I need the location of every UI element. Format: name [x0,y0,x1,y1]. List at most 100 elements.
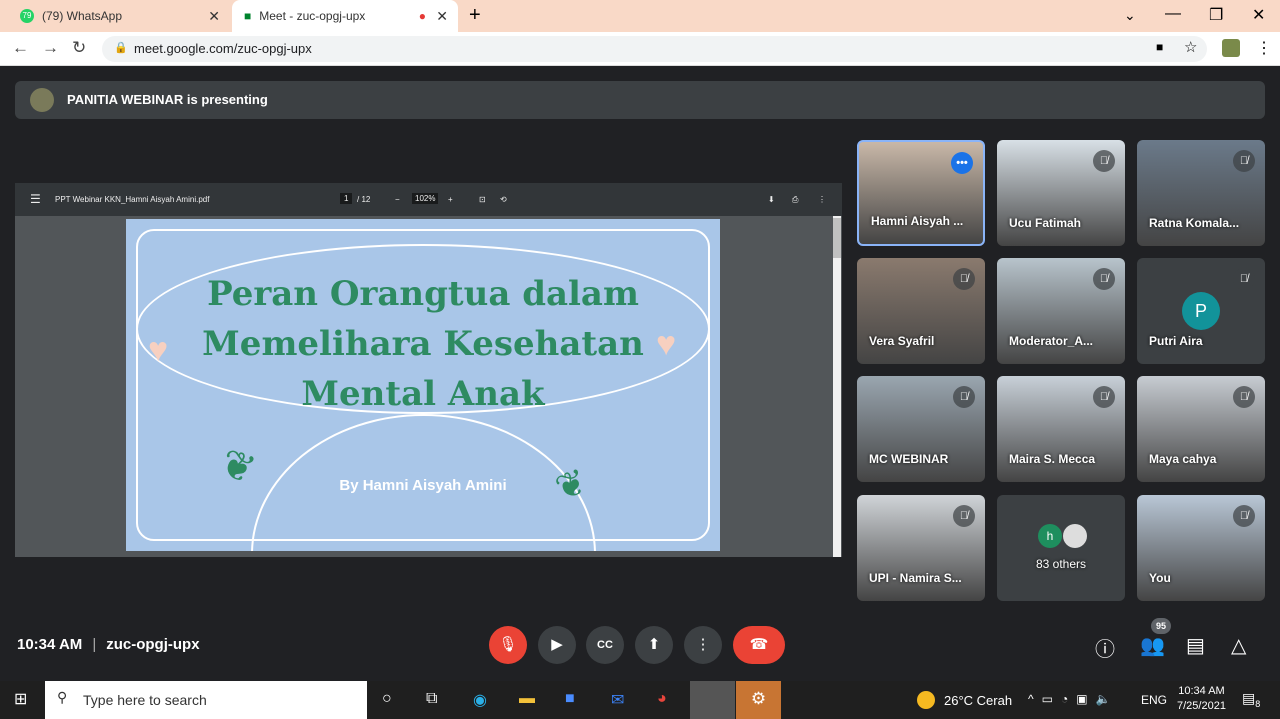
activities-icon[interactable]: △ [1231,633,1246,658]
forward-icon[interactable]: → [42,38,59,58]
shared-screen: ☰ PPT Webinar KKN_Hamni Aisyah Amini.pdf… [15,183,842,557]
fit-page-icon[interactable]: ⊡ [479,195,486,204]
url-input[interactable]: 🔒 meet.google.com/zuc-opgj-upx [102,36,1207,62]
search-placeholder: Type here to search [83,692,207,708]
taskbar-date: 7/25/2021 [1177,700,1226,712]
print-icon[interactable]: ⎙ [792,195,798,205]
camera-icon[interactable]: ■ [1156,40,1163,54]
participant-tile[interactable]: P Putri Aira 🎙̸ [1137,258,1265,364]
tab-meet[interactable]: ■ Meet - zuc-opgj-upx ● ✕ [232,0,458,32]
meet-icon: ■ [244,9,252,23]
title-line: Mental Anak [301,374,545,414]
back-icon[interactable]: ← [12,38,29,58]
avatar [1063,524,1087,548]
participant-tile[interactable]: h 83 others [997,495,1125,601]
menu-icon[interactable]: ⋮ [1256,38,1272,58]
tab-bar: 79 (79) WhatsApp ✕ ■ Meet - zuc-opgj-upx ● ✕ … [0,0,1280,32]
recording-icon: ● [418,9,426,23]
close-tab-icon[interactable]: ✕ [436,8,448,25]
info-icon[interactable]: ⓘ [1095,633,1115,662]
edge-icon[interactable]: ◉ [473,690,487,710]
close-window-icon[interactable]: ✕ [1252,5,1265,25]
tab-label: Meet - zuc-opgj-upx [259,9,366,23]
weather-sun-icon [917,691,935,709]
people-icon[interactable]: 👥 [1140,633,1165,658]
participant-tile[interactable]: Vera Syafril 🎙̸ [857,258,985,364]
scrollbar[interactable] [833,216,841,557]
task-view-icon[interactable]: ⧉ [426,690,437,708]
camera-button[interactable]: ▶ [538,626,576,664]
notifications-icon[interactable]: ▤8 [1242,690,1260,709]
chat-icon[interactable]: ▤ [1186,633,1205,658]
close-tab-icon[interactable]: ✕ [208,8,220,25]
participant-tile[interactable]: Maira S. Mecca 🎙̸ [997,376,1125,482]
participant-tile[interactable]: Maya cahya 🎙̸ [1137,376,1265,482]
menu-icon[interactable]: ☰ [30,192,41,206]
rotate-icon[interactable]: ⟲ [500,195,507,204]
mic-muted-icon: 🎙̸ [1093,386,1115,408]
participant-name: Maira S. Mecca [1009,452,1096,466]
title-line: Memelihara Kesehatan [202,324,644,364]
mail-icon[interactable]: ✉ [611,690,624,710]
url-text: meet.google.com/zuc-opgj-upx [134,41,312,56]
system-tray-icons[interactable]: ^▭◔▣🔈 [1028,692,1119,706]
presenting-banner: PANITIA WEBINAR is presenting [15,81,1265,119]
restore-icon[interactable]: ❐ [1209,5,1223,25]
participant-name: Ratna Komala... [1149,216,1240,230]
extension-icon[interactable] [1222,39,1240,57]
participant-name: UPI - Namira S... [869,571,962,585]
zoom-out-icon[interactable]: − [395,195,400,204]
language-indicator[interactable]: ENG [1141,693,1167,707]
title-line: Peran Orangtua dalam [207,274,639,314]
mic-off-button[interactable]: 🎙 [489,626,527,664]
reload-icon[interactable]: ↻ [72,38,86,58]
whatsapp-icon: 79 [20,9,34,23]
zoom-in-icon[interactable]: + [448,195,453,204]
captions-button[interactable]: CC [586,626,624,664]
participant-tile[interactable]: MC WEBINAR 🎙̸ [857,376,985,482]
participant-tile[interactable]: Moderator_A... 🎙̸ [997,258,1125,364]
mic-muted-icon: 🎙̸ [1233,150,1255,172]
chrome-active-icon[interactable] [690,681,735,719]
taskbar-search[interactable]: ⚲ Type here to search [45,681,367,719]
settings-icon[interactable]: ⚙ [736,681,781,719]
mic-muted-icon: 🎙̸ [1093,150,1115,172]
taskbar-clock[interactable]: 10:34 AM 7/25/2021 [1177,685,1226,712]
tab-search-icon[interactable]: ⌄ [1124,7,1136,24]
minimize-icon[interactable]: — [1165,5,1181,23]
meeting-code: zuc-opgj-upx [106,636,200,653]
windows-start-icon[interactable]: ⊞ [14,689,27,709]
present-button[interactable]: ⬆ [635,626,673,664]
participant-name: Putri Aira [1149,334,1203,348]
participant-tile[interactable]: Hamni Aisyah ... ••• [857,140,985,246]
zoom-app-icon[interactable]: ■ [565,690,575,708]
participant-tile[interactable]: You 🎙̸ [1137,495,1265,601]
download-icon[interactable]: ⬇ [768,195,775,204]
taskbar-time: 10:34 AM [1178,685,1225,697]
participant-name: Maya cahya [1149,452,1217,466]
chrome-icon[interactable]: ◕ [657,690,667,708]
file-explorer-icon[interactable]: ▬ [519,690,535,708]
participant-tile[interactable]: UPI - Namira S... 🎙̸ [857,495,985,601]
tab-whatsapp[interactable]: 79 (79) WhatsApp ✕ [8,0,230,32]
presenter-avatar [30,88,54,112]
address-bar-row: ← → ↻ 🔒 meet.google.com/zuc-opgj-upx ■ ☆ … [0,32,1280,66]
page-input[interactable]: 1 [340,193,353,204]
participant-tile[interactable]: Ucu Fatimah 🎙̸ [997,140,1125,246]
weather-text[interactable]: 26°C Cerah [944,693,1012,708]
leave-call-button[interactable]: ☎ [733,626,785,664]
mic-muted-icon: 🎙̸ [953,505,975,527]
lock-icon: 🔒 [114,42,128,54]
search-icon: ⚲ [57,689,68,705]
participant-tile[interactable]: Ratna Komala... 🎙̸ [1137,140,1265,246]
more-options-button[interactable]: ⋮ [684,626,722,664]
bookmark-star-icon[interactable]: ☆ [1184,38,1197,56]
more-dots-icon[interactable]: ••• [951,152,973,174]
slide: ♥ ♥ ❦ ❦ Peran Orangtua dalam Memelihara K… [126,219,720,551]
cortana-icon[interactable]: ○ [382,690,392,708]
participant-name: Ucu Fatimah [1009,216,1082,230]
new-tab-icon[interactable]: + [469,4,481,27]
mic-muted-icon: 🎙̸ [953,386,975,408]
zoom-input[interactable]: 102% [412,193,439,204]
more-icon[interactable]: ⋮ [818,195,826,204]
